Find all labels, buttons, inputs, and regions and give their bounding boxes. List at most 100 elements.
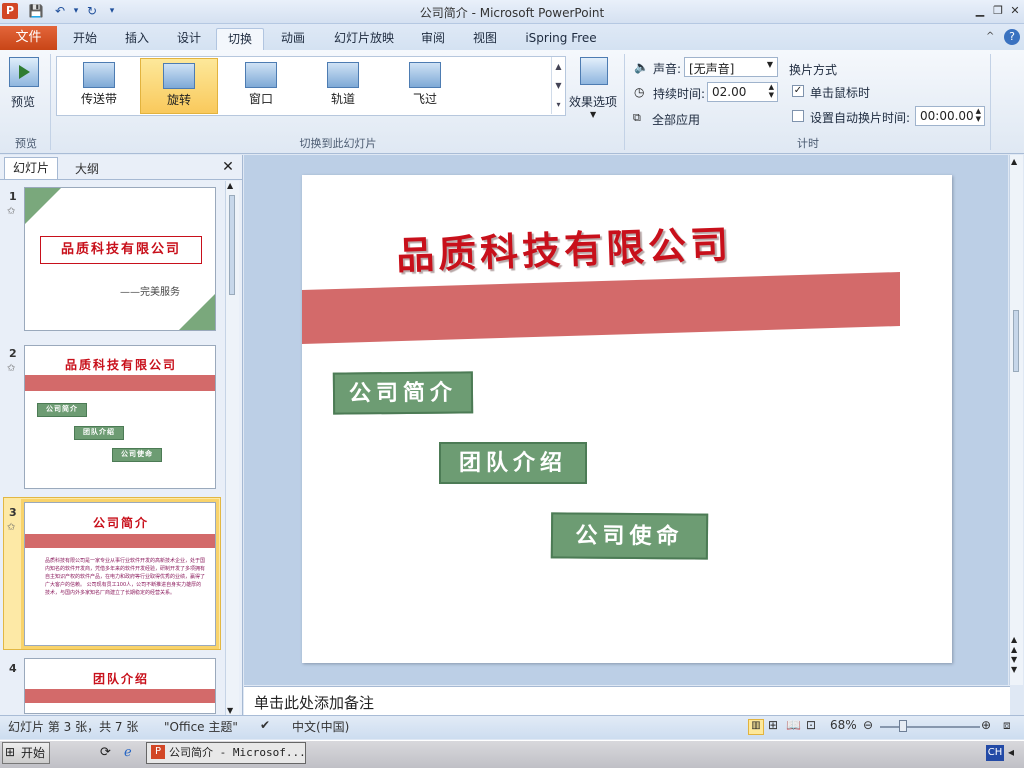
reading-view-icon[interactable]: 📖 [786,718,801,732]
transition-label: 窗口 [248,92,273,106]
normal-view-icon[interactable]: ▥ [748,719,764,735]
spellcheck-icon[interactable]: ✔ [260,718,270,732]
spinner-icon[interactable]: ▲ ▼ [769,83,774,99]
tab-slides[interactable]: 幻灯片 [4,157,58,179]
thumbnail-title: 品质科技有限公司 [40,236,202,264]
apply-all-button[interactable]: 全部应用 [652,111,700,128]
tab-slideshow[interactable]: 幻灯片放映 [326,28,402,50]
panel-divider [0,179,243,180]
tab-transitions[interactable]: 切换 [216,28,264,50]
transition-star-icon: ✩ [7,522,16,533]
sound-dropdown[interactable]: [无声音] ▼ [684,57,778,77]
preview-group-label: 预览 [15,137,37,150]
collapse-ribbon-icon[interactable]: ^ [986,31,994,42]
language-indicator[interactable]: 中文(中国) [292,718,349,735]
gallery-more-icon[interactable]: ▾ [551,95,565,114]
tab-ispring[interactable]: iSpring Free [516,28,606,50]
duration-label: 持续时间: [653,87,706,101]
auto-advance-time-input[interactable]: 00:00.00 ▲ ▼ [915,106,985,126]
tab-design[interactable]: 设计 [168,28,210,50]
powerpoint-icon: P [151,745,165,759]
taskbar-item-powerpoint[interactable]: 公司简介 - Microsof... [146,742,306,764]
tray-icon[interactable]: ◂ [1008,745,1014,759]
slide-thumbnail-1[interactable]: 品质科技有限公司 ——完美服务 [24,187,216,331]
spinner-icon[interactable]: ▲ ▼ [976,107,981,123]
transition-fly-through[interactable]: 飞过 [386,58,464,114]
close-panel-icon[interactable]: ✕ [220,159,236,177]
tab-review[interactable]: 审阅 [412,28,454,50]
slide-scrollbar[interactable]: ▲ ▲ ▲ ▼ ▼ [1009,155,1023,685]
box-team-intro[interactable]: 团队介绍 [439,442,587,484]
group-separator [990,54,991,150]
auto-advance-checkbox[interactable] [792,110,804,122]
next-slide-icon[interactable]: ▼ ▼ [1011,655,1017,675]
group-separator [50,54,51,150]
slide-thumbnail-2[interactable]: 品质科技有限公司 公司简介 团队介绍 公司使命 [24,345,216,489]
slide-counter: 幻灯片 第 3 张，共 7 张 [8,720,139,734]
scroll-up-icon[interactable]: ▲ [227,181,233,190]
tab-animations[interactable]: 动画 [272,28,314,50]
scroll-thumb[interactable] [1013,310,1019,372]
notes-pane[interactable]: 单击此处添加备注 [244,686,1010,715]
thumbnail-scrollbar[interactable]: ▲ ▼ [225,181,239,715]
tab-view[interactable]: 视图 [464,28,506,50]
transition-conveyor[interactable]: 传送带 [60,58,138,114]
thumbnail-box: 公司简介 [37,403,87,417]
tab-outline[interactable]: 大纲 [60,159,114,179]
transition-rotate[interactable]: 旋转 [140,58,218,114]
language-bar[interactable]: CH [986,745,1004,761]
transition-orbit[interactable]: 轨道 [304,58,382,114]
duration-input[interactable]: 02.00 ▲ ▼ [707,82,778,102]
box-company-mission[interactable]: 公司使命 [550,512,709,560]
chevron-down-icon[interactable]: ▼ [590,110,596,119]
previous-slide-icon[interactable]: ▲ ▲ [1011,635,1017,655]
transition-window[interactable]: 窗口 [222,58,300,114]
timing-group-label: 计时 [797,137,819,150]
zoom-level[interactable]: 68% [830,718,857,732]
effect-options-button[interactable]: 效果选项 [569,93,617,110]
corner-decoration [179,294,215,330]
sound-icon: 🔈 [634,60,649,74]
restore-icon[interactable]: ❐ [990,3,1006,19]
gallery-scroll-down-icon[interactable]: ▼ [551,76,565,95]
transition-label: 轨道 [330,92,355,106]
gallery-scroll-up-icon[interactable]: ▲ [551,57,565,76]
help-icon[interactable]: ? [1004,29,1020,45]
scroll-down-icon[interactable]: ▼ [227,706,233,715]
tab-insert[interactable]: 插入 [116,28,158,50]
ie-icon[interactable]: ℯ [124,745,132,760]
thumbnail-number: 4 [9,662,17,675]
fit-to-window-icon[interactable]: ⧈ [1003,718,1011,733]
thumbnail-box: 公司使命 [112,448,162,462]
preview-icon[interactable] [9,57,39,87]
close-window-icon[interactable]: ✕ [1007,3,1023,19]
minimize-icon[interactable]: ▁ [972,3,988,19]
scroll-thumb[interactable] [229,195,235,295]
zoom-in-icon[interactable]: ⊕ [981,718,991,732]
thumbnail-stripe [25,689,215,703]
slideshow-view-icon[interactable]: ⊡ [806,718,816,732]
scroll-up-icon[interactable]: ▲ [1011,157,1017,166]
zoom-out-icon[interactable]: ⊖ [863,718,873,732]
slide-thumbnail-3[interactable]: 公司简介 品质科技有限公司是一家专业从事行业软件开发的高新技术企业，处于国内知名… [24,502,216,646]
tab-home[interactable]: 开始 [64,28,106,50]
tab-file[interactable]: 文件 [0,26,57,50]
preview-button-label[interactable]: 预览 [11,93,35,110]
zoom-slider-thumb[interactable] [899,720,907,732]
thumbnail-stripe [25,375,215,391]
window-title: 公司简介 - Microsoft PowerPoint [419,6,605,20]
slide-thumbnail-4[interactable]: 团队介绍 [24,658,216,714]
thumbnail-number: 2 [9,347,17,360]
show-desktop-icon[interactable]: ⟳ [100,745,111,760]
slide-sorter-icon[interactable]: ⊞ [768,718,778,732]
thumbnail-title: 公司简介 [92,516,149,530]
box-company-intro[interactable]: 公司简介 [332,371,474,415]
on-click-checkbox[interactable]: ✓ [792,85,804,97]
theme-name[interactable]: "Office 主题" [164,718,238,735]
transition-star-icon: ✩ [7,206,16,217]
apply-all-icon: ⧉ [633,111,641,124]
effect-options-icon[interactable] [580,57,608,85]
on-click-label: 单击鼠标时 [810,86,871,100]
zoom-slider[interactable] [880,726,980,728]
window-icon [245,62,277,88]
